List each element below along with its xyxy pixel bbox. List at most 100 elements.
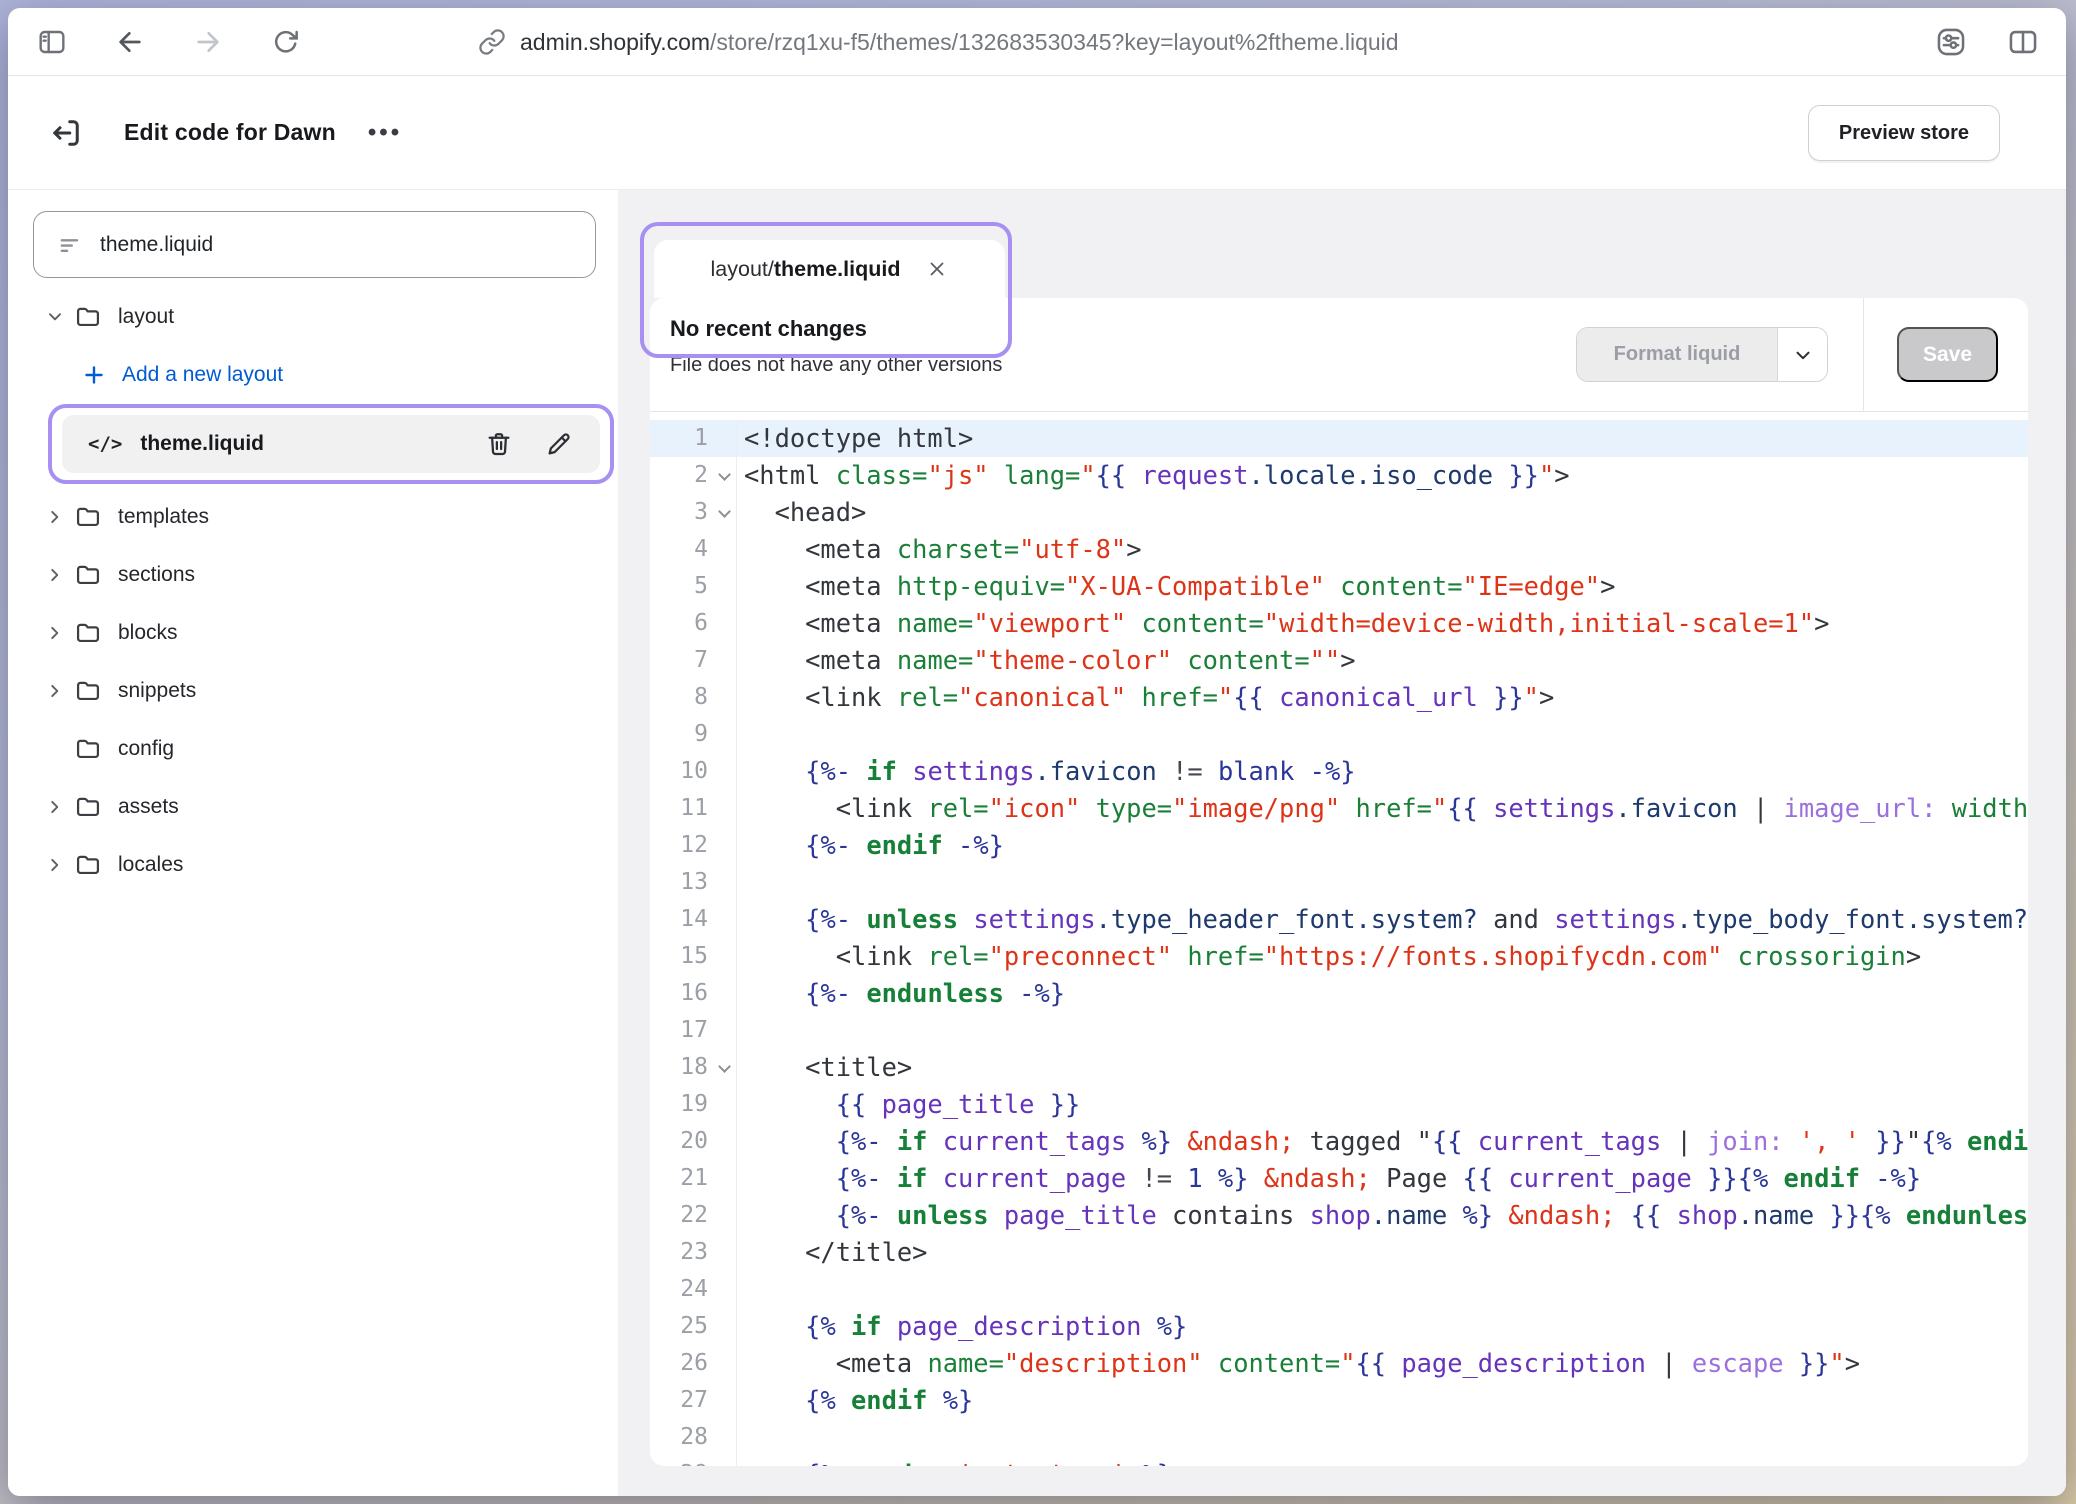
trash-icon[interactable] bbox=[484, 429, 514, 459]
code-line-text: <title> bbox=[737, 1049, 912, 1086]
code-line[interactable]: 10 {%- if settings.favicon != blank -%} bbox=[650, 753, 2028, 790]
exit-icon[interactable] bbox=[48, 115, 84, 151]
chevron-right-icon[interactable] bbox=[44, 564, 74, 586]
code-line-text: <head> bbox=[737, 494, 866, 531]
code-line[interactable]: 29 {% render 'meta-tags' %} bbox=[650, 1456, 2028, 1466]
line-number: 19 bbox=[650, 1086, 737, 1123]
address-bar[interactable]: admin.shopify.com/store/rzq1xu-f5/themes… bbox=[478, 8, 1399, 76]
code-line[interactable]: 1<!doctype html> bbox=[650, 420, 2028, 457]
link-icon bbox=[478, 28, 506, 56]
save-button[interactable]: Save bbox=[1897, 327, 1998, 382]
code-line[interactable]: 9 bbox=[650, 716, 2028, 753]
code-line-text: <!doctype html> bbox=[737, 420, 973, 457]
code-line-text bbox=[737, 1419, 744, 1456]
code-line[interactable]: 28 bbox=[650, 1419, 2028, 1456]
code-line[interactable]: 2<html class="js" lang="{{ request.local… bbox=[650, 457, 2028, 494]
reload-icon[interactable] bbox=[270, 26, 302, 58]
sidebar-item-blocks[interactable]: blocks bbox=[8, 604, 618, 662]
fold-chevron-icon[interactable] bbox=[718, 505, 731, 518]
code-line[interactable]: 11 <link rel="icon" type="image/png" hre… bbox=[650, 790, 2028, 827]
close-icon[interactable] bbox=[926, 258, 948, 280]
url-domain: admin.shopify.com bbox=[520, 29, 710, 55]
code-line[interactable]: 4 <meta charset="utf-8"> bbox=[650, 531, 2028, 568]
search-input[interactable] bbox=[100, 233, 530, 257]
folder-label: layout bbox=[118, 305, 174, 329]
sidebar-item-assets[interactable]: assets bbox=[8, 778, 618, 836]
page-settings-icon[interactable] bbox=[1934, 25, 1968, 59]
code-line[interactable]: 5 <meta http-equiv="X-UA-Compatible" con… bbox=[650, 568, 2028, 605]
code-line[interactable]: 24 bbox=[650, 1271, 2028, 1308]
code-line[interactable]: 23 </title> bbox=[650, 1234, 2028, 1271]
browser-toolbar: admin.shopify.com/store/rzq1xu-f5/themes… bbox=[8, 8, 2066, 76]
format-liquid-button[interactable]: Format liquid bbox=[1576, 327, 1828, 382]
format-options-toggle[interactable] bbox=[1777, 328, 1827, 381]
line-number: 29 bbox=[650, 1456, 737, 1466]
sidebar-item-config[interactable]: config bbox=[8, 720, 618, 778]
code-line[interactable]: 26 <meta name="description" content="{{ … bbox=[650, 1345, 2028, 1382]
code-line-text: <html class="js" lang="{{ request.locale… bbox=[737, 457, 1570, 494]
line-number: 17 bbox=[650, 1012, 737, 1049]
line-number: 24 bbox=[650, 1271, 737, 1308]
code-line[interactable]: 6 <meta name="viewport" content="width=d… bbox=[650, 605, 2028, 642]
sidebar-item-snippets[interactable]: snippets bbox=[8, 662, 618, 720]
code-line[interactable]: 17 bbox=[650, 1012, 2028, 1049]
code-line-text: {%- if current_page != 1 %} &ndash; Page… bbox=[737, 1160, 1921, 1197]
code-line-text: {% render 'meta-tags' %} bbox=[737, 1456, 1172, 1466]
folder-label: snippets bbox=[118, 679, 196, 703]
chevron-right-icon[interactable] bbox=[44, 506, 74, 528]
add-new-layout-button[interactable]: Add a new layout bbox=[8, 346, 618, 404]
folder-label: sections bbox=[118, 563, 195, 587]
format-liquid-label[interactable]: Format liquid bbox=[1577, 328, 1777, 381]
chevron-right-icon[interactable] bbox=[44, 854, 74, 876]
line-number: 28 bbox=[650, 1419, 737, 1456]
code-line[interactable]: 12 {%- endif -%} bbox=[650, 827, 2028, 864]
fold-chevron-icon[interactable] bbox=[718, 468, 731, 481]
page-title: Edit code for Dawn bbox=[124, 119, 336, 146]
preview-store-button[interactable]: Preview store bbox=[1808, 105, 2000, 161]
sidebar-item-sections[interactable]: sections bbox=[8, 546, 618, 604]
chevron-right-icon[interactable] bbox=[44, 622, 74, 644]
code-line[interactable]: 21 {%- if current_page != 1 %} &ndash; P… bbox=[650, 1160, 2028, 1197]
code-line[interactable]: 27 {% endif %} bbox=[650, 1382, 2028, 1419]
chevron-right-icon[interactable] bbox=[44, 796, 74, 818]
code-line[interactable]: 3 <head> bbox=[650, 494, 2028, 531]
code-line-text bbox=[737, 716, 744, 753]
chevron-right-icon[interactable] bbox=[44, 680, 74, 702]
sidebar-item-locales[interactable]: locales bbox=[8, 836, 618, 894]
more-actions-button[interactable]: ••• bbox=[368, 119, 402, 147]
sidebar-item-layout[interactable]: layout bbox=[8, 288, 618, 346]
code-line[interactable]: 19 {{ page_title }} bbox=[650, 1086, 2028, 1123]
forward-icon[interactable] bbox=[192, 26, 224, 58]
file-search[interactable] bbox=[33, 211, 596, 278]
code-line[interactable]: 25 {% if page_description %} bbox=[650, 1308, 2028, 1345]
file-annotation: </>theme.liquid bbox=[48, 404, 614, 484]
folder-icon bbox=[74, 793, 102, 821]
line-number: 21 bbox=[650, 1160, 737, 1197]
code-line[interactable]: 8 <link rel="canonical" href="{{ canonic… bbox=[650, 679, 2028, 716]
line-number: 6 bbox=[650, 605, 737, 642]
split-view-icon[interactable] bbox=[2006, 25, 2040, 59]
code-line[interactable]: 18 <title> bbox=[650, 1049, 2028, 1086]
sidebar-toggle-icon[interactable] bbox=[36, 26, 68, 58]
code-line[interactable]: 16 {%- endunless -%} bbox=[650, 975, 2028, 1012]
code-line-text: <meta http-equiv="X-UA-Compatible" conte… bbox=[737, 568, 1615, 605]
code-line[interactable]: 20 {%- if current_tags %} &ndash; tagged… bbox=[650, 1123, 2028, 1160]
code-editor[interactable]: 1<!doctype html>2<html class="js" lang="… bbox=[650, 412, 2028, 1466]
code-line[interactable]: 7 <meta name="theme-color" content=""> bbox=[650, 642, 2028, 679]
sidebar-file-theme-liquid[interactable]: </>theme.liquid bbox=[62, 415, 600, 473]
chevron-down-icon[interactable] bbox=[44, 306, 74, 328]
line-number: 3 bbox=[650, 494, 737, 531]
tab-layout-theme-liquid[interactable]: layout/theme.liquid bbox=[654, 240, 1005, 298]
code-line[interactable]: 13 bbox=[650, 864, 2028, 901]
code-line[interactable]: 15 <link rel="preconnect" href="https://… bbox=[650, 938, 2028, 975]
sidebar-item-templates[interactable]: templates bbox=[8, 488, 618, 546]
line-number: 25 bbox=[650, 1308, 737, 1345]
desktop: { "browser": { "url_domain": "admin.shop… bbox=[0, 0, 2076, 1504]
line-number: 13 bbox=[650, 864, 737, 901]
pencil-icon[interactable] bbox=[544, 429, 574, 459]
fold-chevron-icon[interactable] bbox=[718, 1060, 731, 1073]
code-line-text: {%- if current_tags %} &ndash; tagged "{… bbox=[737, 1123, 2028, 1160]
code-line[interactable]: 14 {%- unless settings.type_header_font.… bbox=[650, 901, 2028, 938]
back-icon[interactable] bbox=[114, 26, 146, 58]
code-line[interactable]: 22 {%- unless page_title contains shop.n… bbox=[650, 1197, 2028, 1234]
